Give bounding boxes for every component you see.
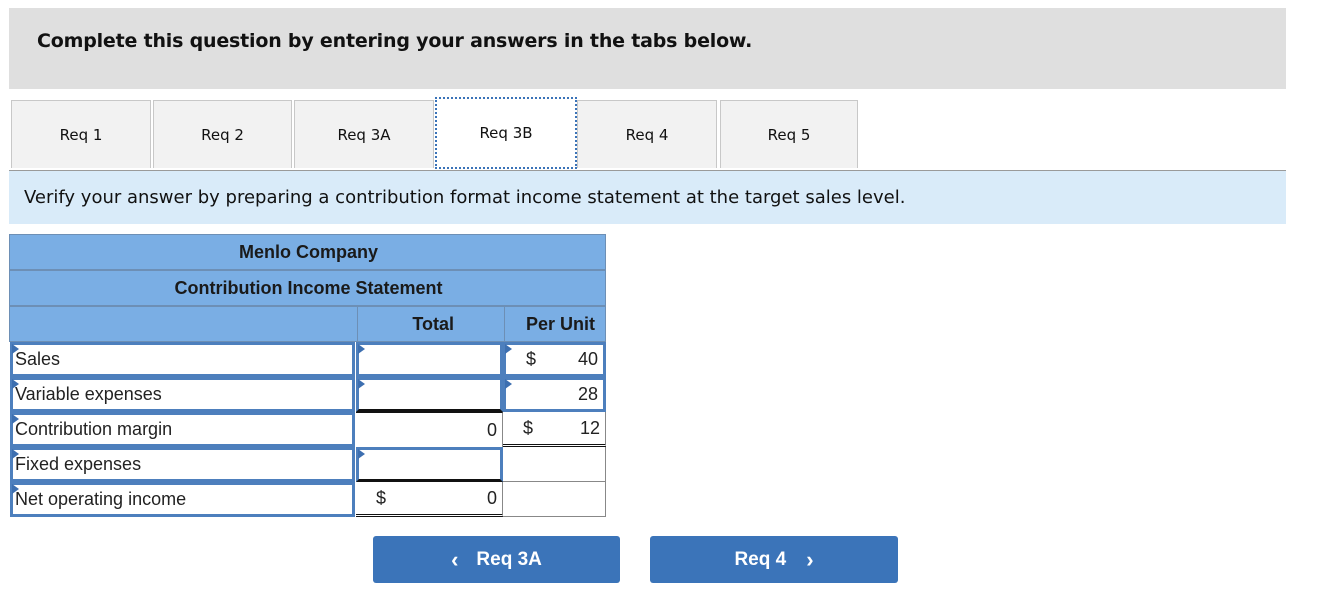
statement-title-row: Contribution Income Statement	[9, 270, 606, 306]
contribution-margin-total: 0	[356, 412, 503, 447]
chevron-left-icon: ‹	[451, 546, 459, 572]
next-req-button[interactable]: Req 4 ›	[650, 536, 898, 583]
next-req-label: Req 4	[734, 548, 787, 570]
variable-expenses-per-unit-value: 28	[577, 384, 598, 404]
column-header-row: Total Per Unit	[9, 306, 606, 342]
dollar-sign: $	[526, 349, 537, 369]
dollar-sign: $	[376, 487, 387, 508]
row-variable-expenses: Variable expenses 28	[9, 377, 606, 412]
fixed-expenses-per-unit	[503, 447, 606, 482]
net-operating-income-label-input[interactable]: Net operating income	[10, 482, 355, 517]
instruction-text: Complete this question by entering your …	[37, 30, 753, 52]
chevron-right-icon: ›	[806, 546, 814, 572]
row-contribution-margin: Contribution margin 0 $ 12	[9, 412, 606, 447]
row-sales: Sales $ 40	[9, 342, 606, 377]
net-operating-income-total: $ 0	[356, 482, 503, 517]
sales-total-input[interactable]	[356, 342, 503, 377]
prompt-bar: Verify your answer by preparing a contri…	[9, 171, 1286, 224]
contribution-margin-total-value: 0	[486, 419, 497, 440]
col-header-per-unit: Per Unit	[504, 307, 607, 341]
fixed-expenses-label-input[interactable]: Fixed expenses	[10, 447, 355, 482]
contribution-margin-per-unit-value: 12	[579, 417, 600, 438]
sales-label-input[interactable]: Sales	[10, 342, 355, 377]
variable-expenses-label-input[interactable]: Variable expenses	[10, 377, 355, 412]
net-operating-income-per-unit	[503, 482, 606, 517]
col-header-total: Total	[357, 307, 504, 341]
tab-req-4[interactable]: Req 4	[577, 100, 717, 168]
tab-req-1[interactable]: Req 1	[11, 100, 151, 168]
company-name-row: Menlo Company	[9, 234, 606, 270]
instruction-banner: Complete this question by entering your …	[9, 8, 1286, 89]
contribution-margin-per-unit: $ 12	[503, 412, 606, 447]
prompt-text: Verify your answer by preparing a contri…	[24, 187, 906, 208]
tab-req-3a[interactable]: Req 3A	[294, 100, 434, 168]
tab-req-2[interactable]: Req 2	[153, 100, 292, 168]
tab-req-3b[interactable]: Req 3B	[435, 97, 577, 169]
prev-req-button[interactable]: ‹ Req 3A	[373, 536, 620, 583]
sales-per-unit-input[interactable]: $ 40	[503, 342, 606, 377]
tab-req-5[interactable]: Req 5	[720, 100, 858, 168]
sales-per-unit-value: 40	[577, 349, 598, 369]
variable-expenses-per-unit-input[interactable]: 28	[503, 377, 606, 412]
statement-title: Contribution Income Statement	[174, 277, 443, 298]
company-name: Menlo Company	[238, 241, 378, 262]
fixed-expenses-total-input[interactable]	[356, 447, 503, 482]
row-net-operating-income: Net operating income $ 0	[9, 482, 606, 517]
prev-req-label: Req 3A	[476, 548, 542, 570]
dollar-sign: $	[523, 417, 534, 438]
contribution-margin-label-input[interactable]: Contribution margin	[10, 412, 355, 447]
net-operating-income-total-value: 0	[486, 487, 497, 508]
row-fixed-expenses: Fixed expenses	[9, 447, 606, 482]
variable-expenses-total-input[interactable]	[356, 377, 503, 412]
